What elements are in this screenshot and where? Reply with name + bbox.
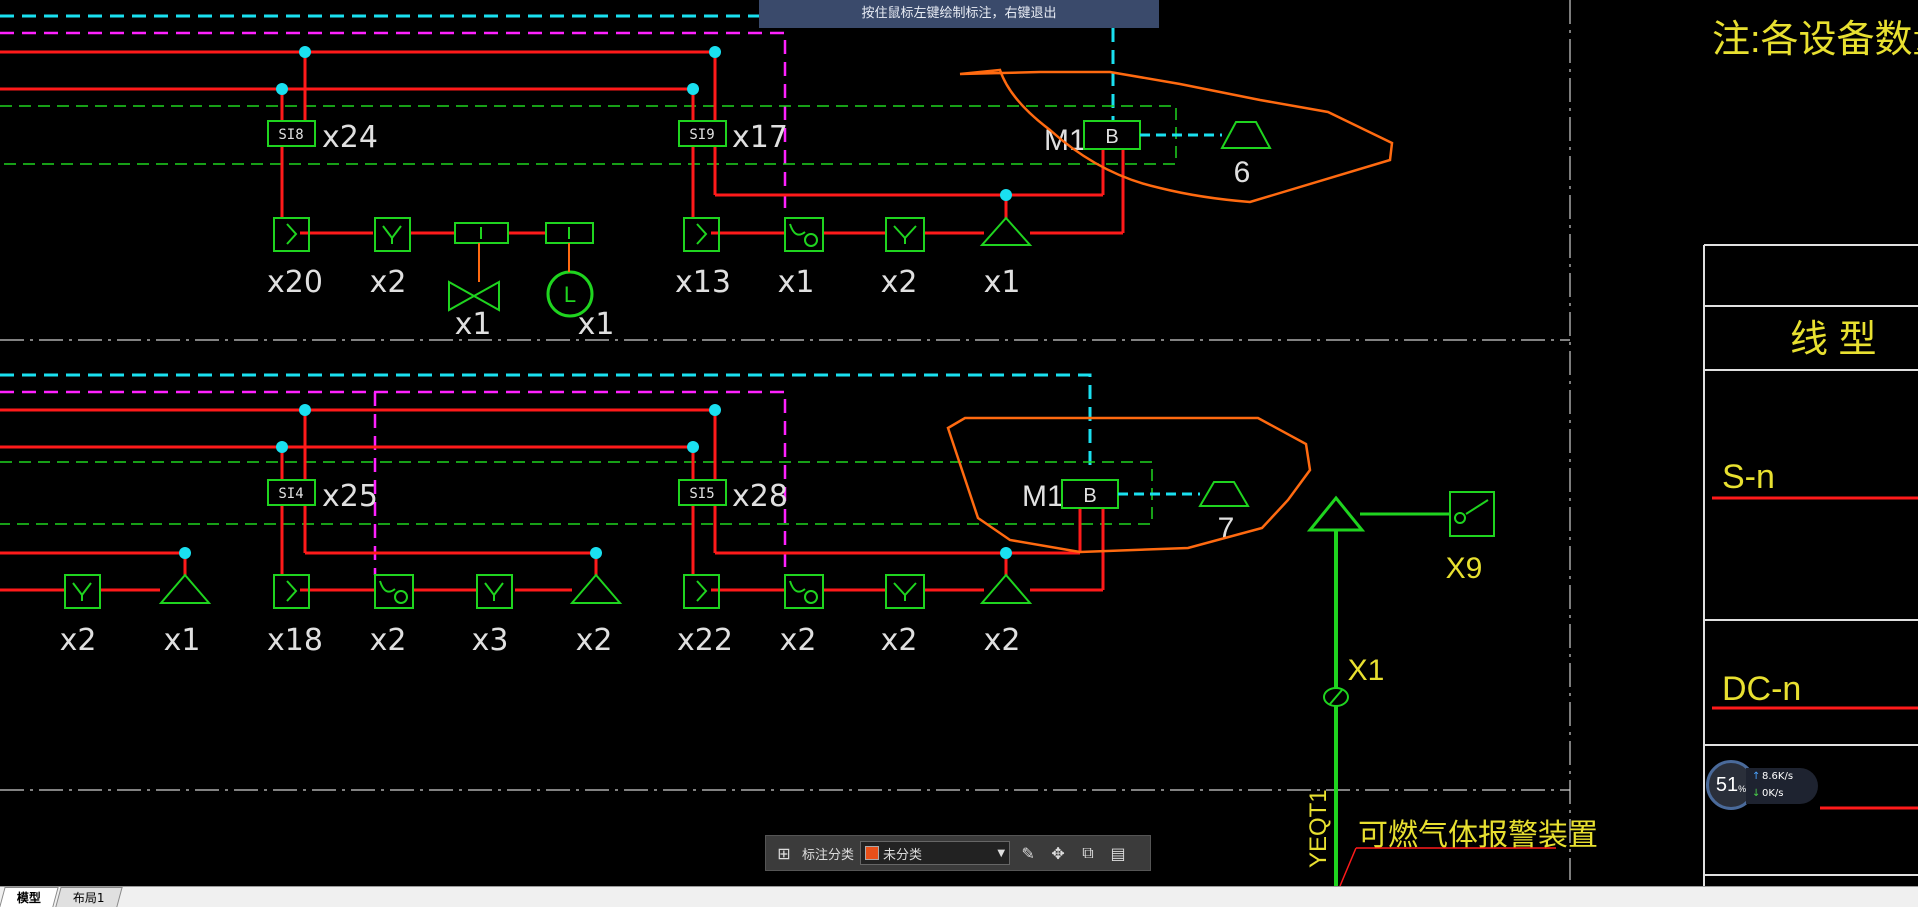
layout-tabs: 模型 布局1	[0, 886, 1918, 907]
count-x1b: x1	[984, 265, 1021, 300]
grid-icon[interactable]: ⊞	[772, 841, 796, 865]
paste-icon[interactable]: ▤	[1106, 841, 1130, 865]
annotation-toolbar: ⊞ 标注分类 未分类 ▼ ✎ ✥ ⧉ ▤	[765, 835, 1151, 871]
annot-number-6: 6	[1234, 156, 1251, 189]
count-x1a: x1	[778, 265, 815, 300]
b-count-4: x2	[370, 623, 407, 658]
l-symbol: L	[564, 282, 576, 307]
download-speed: 0K/s	[1752, 788, 1783, 799]
si4-tag: SI4	[278, 486, 303, 502]
count-l: x1	[578, 307, 615, 342]
b-label: B	[1105, 126, 1118, 148]
equipment-note: 注:各设备数量见	[1712, 19, 1918, 61]
draw-hint-bar: 按住鼠标左键绘制标注，右键退出	[759, 0, 1159, 28]
si9-count: x17	[732, 120, 788, 155]
count-x2b: x2	[881, 265, 918, 300]
alarm-device: X9 X1 可燃气体报警装置 YEQT1	[1305, 491, 1598, 887]
move-icon[interactable]: ✥	[1046, 841, 1070, 865]
b-count-1: x2	[60, 623, 97, 658]
b-label-bottom: B	[1083, 485, 1096, 507]
net-speed-panel: 8.6K/s 0K/s	[1746, 768, 1818, 804]
cad-drawing-canvas[interactable]: SI8 SI9 x24 x17 L x20 x2 x1 x1 x13 x1 x2…	[0, 0, 1918, 906]
si8-tag: SI8	[278, 127, 303, 143]
top-section: SI8 SI9 x24 x17 L x20 x2 x1 x1 x13 x1 x2…	[0, 14, 1394, 342]
yeqt1-label: YEQT1	[1305, 789, 1332, 868]
alarm-device-label: 可燃气体报警装置	[1358, 819, 1598, 852]
si8-count: x24	[322, 120, 378, 155]
x9-label: X9	[1446, 552, 1483, 585]
count-x13: x13	[675, 265, 731, 300]
legend-dc-n: DC-n	[1722, 670, 1801, 708]
copy-icon[interactable]: ⧉	[1076, 841, 1100, 865]
category-value: 未分类	[883, 847, 923, 863]
x1-label: X1	[1348, 654, 1385, 687]
si9-tag: SI9	[689, 127, 714, 143]
upload-speed: 8.6K/s	[1752, 771, 1793, 782]
legend-header: 线 型	[1790, 319, 1877, 361]
b-count-3: x18	[267, 623, 323, 658]
tab-layout1[interactable]: 布局1	[55, 887, 123, 907]
m1-label-bottom: M1	[1022, 480, 1064, 513]
bottom-section: SI4 SI5 x25 x28 x2 x1 x18 x2 x3 x2 x22 x…	[0, 373, 1312, 658]
b-count-5: x3	[472, 623, 509, 658]
b-count-6: x2	[576, 623, 613, 658]
si5-tag: SI5	[689, 486, 714, 502]
edit-icon[interactable]: ✎	[1016, 841, 1040, 865]
b-count-9: x2	[881, 623, 918, 658]
network-speed-widget[interactable]: 51% 8.6K/s 0K/s	[1706, 760, 1826, 812]
cpu-percent-unit: %	[1738, 784, 1747, 794]
legend-s-n: S-n	[1722, 458, 1775, 496]
b-count-8: x2	[780, 623, 817, 658]
chevron-down-icon: ▼	[997, 847, 1006, 859]
si4-count: x25	[322, 479, 378, 514]
category-color-swatch	[865, 846, 880, 860]
category-label: 标注分类	[802, 847, 855, 863]
cpu-percent: 51	[1715, 773, 1739, 796]
b-count-10: x2	[984, 623, 1021, 658]
b-count-7: x22	[677, 623, 733, 658]
si5-count: x28	[732, 479, 788, 514]
count-valve: x1	[455, 307, 492, 342]
tab-model[interactable]: 模型	[0, 887, 59, 907]
orange-annotation-bottom[interactable]	[946, 416, 1312, 554]
category-select[interactable]: 未分类 ▼	[860, 841, 1011, 865]
b-count-2: x1	[164, 623, 201, 658]
count-x20: x20	[267, 265, 323, 300]
count-x2: x2	[370, 265, 407, 300]
